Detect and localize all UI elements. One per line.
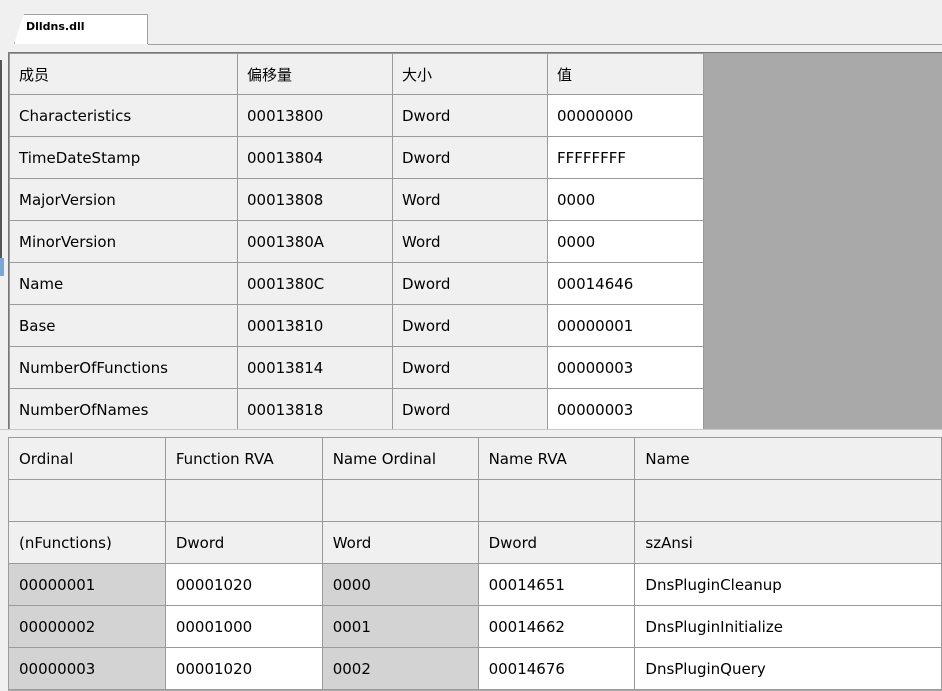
offset-cell[interactable]: 0001380C xyxy=(237,262,393,305)
function-rva-cell[interactable]: 00001020 xyxy=(164,647,323,690)
member-cell[interactable]: NumberOfFunctions xyxy=(9,346,238,389)
size-cell[interactable]: Word xyxy=(392,178,548,221)
value-cell[interactable]: 00000001 xyxy=(547,304,704,347)
table-row[interactable]: TimeDateStamp 00013804 Dword FFFFFFFF xyxy=(9,136,704,179)
table-row[interactable]: NumberOfFunctions 00013814 Dword 0000000… xyxy=(9,346,704,389)
member-cell[interactable]: MajorVersion xyxy=(9,178,238,221)
size-cell[interactable]: Dword xyxy=(392,262,548,305)
table-row[interactable]: Name 0001380C Dword 00014646 xyxy=(9,262,704,305)
member-cell[interactable]: TimeDateStamp xyxy=(9,136,238,179)
left-edge xyxy=(0,60,2,270)
ordinal-cell[interactable]: 00000001 xyxy=(8,563,166,606)
header-size[interactable]: 大小 xyxy=(392,53,548,95)
size-cell[interactable]: Word xyxy=(392,220,548,263)
ordinal-cell[interactable]: 00000002 xyxy=(8,605,166,648)
offset-cell[interactable]: 00013800 xyxy=(237,94,393,137)
member-cell[interactable]: Name xyxy=(9,262,238,305)
value-cell[interactable]: 00000000 xyxy=(547,94,704,137)
table-row[interactable]: 00000003 00001020 0002 00014676 DnsPlugi… xyxy=(8,647,942,690)
name-ordinal-cell[interactable]: 0000 xyxy=(321,563,479,606)
value-cell[interactable]: 00014646 xyxy=(547,262,704,305)
blank-cell xyxy=(634,479,942,522)
header-offset[interactable]: 偏移量 xyxy=(237,53,393,95)
header-name-ordinal[interactable]: Name Ordinal xyxy=(321,437,479,480)
header-value[interactable]: 值 xyxy=(547,53,704,95)
type-row: (nFunctions) Dword Word Dword szAnsi xyxy=(8,521,942,564)
header-member[interactable]: 成员 xyxy=(9,53,238,95)
type-cell: Word xyxy=(321,521,479,564)
blank-cell xyxy=(321,479,479,522)
name-ordinal-cell[interactable]: 0001 xyxy=(321,605,479,648)
value-cell[interactable]: FFFFFFFF xyxy=(547,136,704,179)
functions-table: Ordinal Function RVA Name Ordinal Name R… xyxy=(8,437,942,690)
table-row[interactable]: MinorVersion 0001380A Word 0000 xyxy=(9,220,704,263)
value-cell[interactable]: 00000003 xyxy=(547,346,704,389)
tab-strip: Dlldns.dll xyxy=(0,0,942,46)
value-cell[interactable]: 00000003 xyxy=(547,388,704,431)
member-cell[interactable]: Characteristics xyxy=(9,94,238,137)
table-row[interactable]: NumberOfNames 00013818 Dword 00000003 xyxy=(9,388,704,431)
ordinal-cell[interactable]: 00000003 xyxy=(8,647,166,690)
blank-cell xyxy=(477,479,636,522)
offset-cell[interactable]: 00013808 xyxy=(237,178,393,221)
member-cell[interactable]: Base xyxy=(9,304,238,347)
blank-cell xyxy=(164,479,323,522)
table-row[interactable]: MajorVersion 00013808 Word 0000 xyxy=(9,178,704,221)
member-cell[interactable]: MinorVersion xyxy=(9,220,238,263)
name-rva-cell[interactable]: 00014676 xyxy=(477,647,636,690)
table-row[interactable]: 00000001 00001020 0000 00014651 DnsPlugi… xyxy=(8,563,942,606)
name-cell[interactable]: DnsPluginQuery xyxy=(634,647,942,690)
name-rva-cell[interactable]: 00014651 xyxy=(477,563,636,606)
header-ordinal[interactable]: Ordinal xyxy=(8,437,166,480)
header-function-rva[interactable]: Function RVA xyxy=(164,437,323,480)
table-header-row: 成员 偏移量 大小 值 xyxy=(9,53,704,95)
table-header-row: Ordinal Function RVA Name Ordinal Name R… xyxy=(8,437,942,480)
header-name-rva[interactable]: Name RVA xyxy=(477,437,636,480)
type-cell: Dword xyxy=(477,521,636,564)
blank-row xyxy=(8,479,942,522)
name-cell[interactable]: DnsPluginInitialize xyxy=(634,605,942,648)
name-cell[interactable]: DnsPluginCleanup xyxy=(634,563,942,606)
offset-cell[interactable]: 00013804 xyxy=(237,136,393,179)
name-ordinal-cell[interactable]: 0002 xyxy=(321,647,479,690)
table-row[interactable]: 00000002 00001000 0001 00014662 DnsPlugi… xyxy=(8,605,942,648)
table-row[interactable]: Base 00013810 Dword 00000001 xyxy=(9,304,704,347)
type-cell: (nFunctions) xyxy=(8,521,166,564)
blank-cell xyxy=(8,479,166,522)
function-rva-cell[interactable]: 00001000 xyxy=(164,605,323,648)
tab-label[interactable]: Dlldns.dll xyxy=(26,20,85,33)
offset-cell[interactable]: 00013818 xyxy=(237,388,393,431)
size-cell[interactable]: Dword xyxy=(392,94,548,137)
functions-pane: Ordinal Function RVA Name Ordinal Name R… xyxy=(8,437,942,691)
type-cell: szAnsi xyxy=(634,521,942,564)
header-name[interactable]: Name xyxy=(634,437,942,480)
function-rva-cell[interactable]: 00001020 xyxy=(164,563,323,606)
table-row[interactable]: Characteristics 00013800 Dword 00000000 xyxy=(9,94,704,137)
value-cell[interactable]: 0000 xyxy=(547,178,704,221)
size-cell[interactable]: Dword xyxy=(392,388,548,431)
member-cell[interactable]: NumberOfNames xyxy=(9,388,238,431)
offset-cell[interactable]: 00013810 xyxy=(237,304,393,347)
name-rva-cell[interactable]: 00014662 xyxy=(477,605,636,648)
type-cell: Dword xyxy=(164,521,323,564)
size-cell[interactable]: Dword xyxy=(392,346,548,389)
value-cell[interactable]: 0000 xyxy=(547,220,704,263)
offset-cell[interactable]: 00013814 xyxy=(237,346,393,389)
tab-divider xyxy=(148,44,942,45)
offset-cell[interactable]: 0001380A xyxy=(237,220,393,263)
left-marker xyxy=(0,258,4,276)
export-directory-pane: 成员 偏移量 大小 值 Characteristics 00013800 Dwo… xyxy=(8,52,942,431)
size-cell[interactable]: Dword xyxy=(392,136,548,179)
export-directory-table: 成员 偏移量 大小 值 Characteristics 00013800 Dwo… xyxy=(9,53,704,431)
size-cell[interactable]: Dword xyxy=(392,304,548,347)
